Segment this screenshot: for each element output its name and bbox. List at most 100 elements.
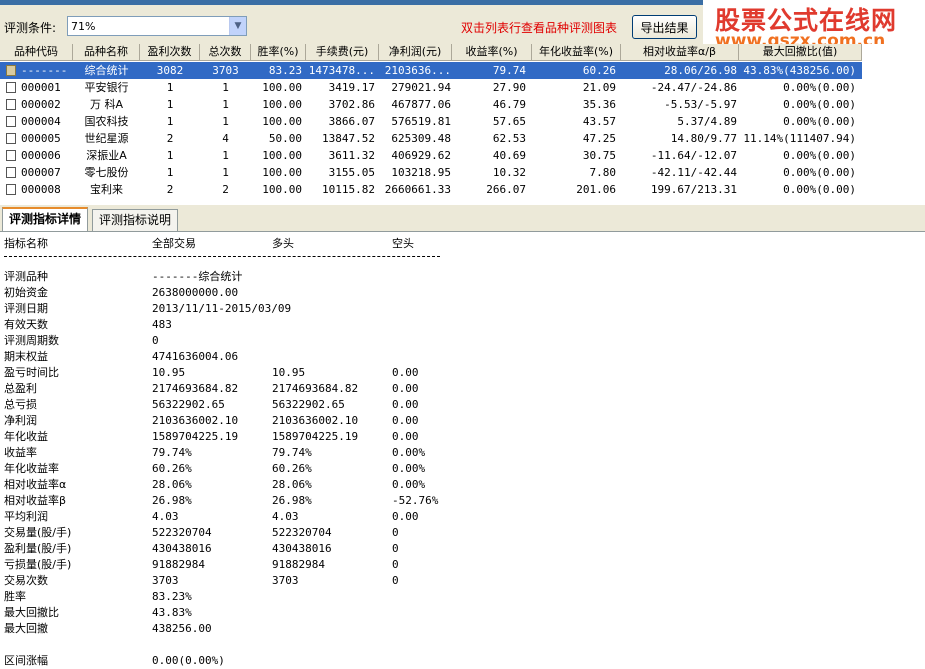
- detail-k: 区间涨幅: [4, 654, 48, 667]
- table-row[interactable]: 000004 国农科技 1 1 100.00 3866.07 576519.81 57.65 4…: [0, 113, 862, 130]
- cell-profit: 2660661.33: [384, 183, 451, 196]
- cell-total: 1: [222, 81, 229, 94]
- column-header[interactable]: 胜率(%): [251, 44, 306, 61]
- table-row[interactable]: 000001 平安银行 1 1 100.00 3419.17 279021.94 27.90 2…: [0, 79, 862, 96]
- cell-name: 国农科技: [84, 115, 129, 128]
- chevron-down-icon[interactable]: ▼: [229, 17, 246, 35]
- detail-c: 0: [392, 558, 399, 571]
- cell-dd: 0.00%(0.00): [783, 81, 856, 94]
- column-header[interactable]: 最大回撤比(值): [739, 44, 862, 61]
- cell-total: 3703: [212, 64, 239, 77]
- detail-a: 483: [152, 318, 172, 331]
- table-row-summary[interactable]: ------- 综合统计 3082 3703 83.23 1473478... 210363…: [0, 62, 862, 79]
- document-icon: [6, 167, 16, 178]
- column-header[interactable]: 收益率(%): [452, 44, 532, 61]
- tab-metric-explanation[interactable]: 评测指标说明: [92, 209, 179, 231]
- cell-dd: 11.14%(111407.94): [743, 132, 856, 145]
- column-header[interactable]: 手续费(元): [306, 44, 379, 61]
- column-header[interactable]: 总次数: [200, 44, 251, 61]
- cell-code: 000002: [21, 98, 61, 111]
- detail-c: 0: [392, 574, 399, 587]
- table-row[interactable]: 000006 深振业A 1 1 100.00 3611.32 406929.62 40.69 3…: [0, 147, 862, 164]
- cell-rate: 100.00: [262, 81, 302, 94]
- detail-c: 0.00: [392, 510, 419, 523]
- cell-annual: 30.75: [582, 149, 616, 162]
- column-header[interactable]: 净利润(元): [379, 44, 452, 61]
- detail-row: 最大回撤比 43.83%: [0, 605, 925, 621]
- condition-select[interactable]: 71% ▼: [67, 16, 247, 36]
- detail-row: 评测周期数 0: [0, 333, 925, 349]
- results-table: 品种代码 品种名称 盈利次数 总次数 胜率(%) 手续费(元) 净利润(元) 收益率(%) 年化…: [0, 44, 925, 205]
- detail-k: 评测日期: [4, 302, 48, 315]
- detail-row: 净利润 2103636002.10 2103636002.10 0.00: [0, 413, 925, 429]
- cell-fee: 10115.82: [322, 183, 375, 196]
- detail-c: 0: [392, 526, 399, 539]
- detail-k: 交易次数: [4, 574, 48, 587]
- detail-a: 2174693684.82: [152, 382, 239, 395]
- cell-profit: 279021.94: [391, 81, 451, 94]
- detail-b: 10.95: [272, 366, 306, 379]
- table-row[interactable]: 000005 世纪星源 2 4 50.00 13847.52 625309.48 62.53 4…: [0, 130, 862, 147]
- detail-row: 区间涨幅 0.00(0.00%): [0, 653, 925, 669]
- cell-fee: 3866.07: [328, 115, 375, 128]
- tab-metric-details[interactable]: 评测指标详情: [2, 207, 89, 232]
- cell-ret: 40.69: [492, 149, 526, 162]
- cell-rel: 199.67/213.31: [650, 183, 737, 196]
- document-icon: [6, 133, 16, 144]
- detail-a: 0: [152, 334, 159, 347]
- detail-c: 0.00: [392, 430, 419, 443]
- detail-row: 有效天数 483: [0, 317, 925, 333]
- cell-wins: 1: [166, 115, 174, 128]
- detail-b: 3703: [272, 574, 299, 587]
- column-header[interactable]: 年化收益率(%): [532, 44, 621, 61]
- cell-fee: 3155.05: [328, 166, 375, 179]
- column-header[interactable]: 品种代码: [0, 44, 73, 61]
- document-icon: [6, 150, 16, 161]
- detail-b: 2103636002.10: [272, 414, 359, 427]
- detail-a: 56322902.65: [152, 398, 225, 411]
- cell-dd: 0.00%(0.00): [783, 149, 856, 162]
- cell-dd: 43.83%(438256.00): [743, 64, 856, 77]
- cell-fee: 1473478...: [308, 64, 375, 77]
- cell-rel: 28.06/26.98: [664, 64, 737, 77]
- detail-c: 0.00: [392, 414, 419, 427]
- export-button[interactable]: 导出结果: [632, 15, 697, 39]
- detail-row: 相对收益率α 28.06% 28.06% 0.00%: [0, 477, 925, 493]
- detail-a: 91882984: [152, 558, 205, 571]
- cell-ret: 57.65: [492, 115, 526, 128]
- detail-b: 91882984: [272, 558, 325, 571]
- detail-k: 盈利量(股/手): [4, 542, 72, 555]
- table-row[interactable]: 000002 万 科A 1 1 100.00 3702.86 467877.06 46.79 3…: [0, 96, 862, 113]
- detail-a: 4741636004.06: [152, 350, 239, 363]
- table-row[interactable]: 000007 零七股份 1 1 100.00 3155.05 103218.95 10.32 7…: [0, 164, 862, 181]
- cell-ret: 266.07: [486, 183, 526, 196]
- cell-wins: 1: [166, 166, 174, 179]
- cell-fee: 3611.32: [328, 149, 375, 162]
- detail-header-short: 空头: [392, 237, 414, 250]
- detail-panel: 指标名称 全部交易 多头 空头 评测品种 -------综合统计 初始资金 26380…: [0, 231, 925, 669]
- cell-ret: 79.74: [492, 64, 526, 77]
- detail-row: 交易次数 3703 3703 0: [0, 573, 925, 589]
- column-header[interactable]: 品种名称: [73, 44, 140, 61]
- detail-a: 438256.00: [152, 622, 212, 635]
- detail-b: 79.74%: [272, 446, 312, 459]
- detail-k: 平均利润: [4, 510, 48, 523]
- detail-row: 期末权益 4741636004.06: [0, 349, 925, 365]
- cell-wins: 1: [166, 98, 174, 111]
- detail-b: 56322902.65: [272, 398, 345, 411]
- detail-c: 0.00%: [392, 446, 426, 459]
- column-header[interactable]: 盈利次数: [140, 44, 200, 61]
- table-row[interactable]: 000008 宝利来 2 2 100.00 10115.82 2660661.33 266.0…: [0, 181, 862, 198]
- detail-k: 胜率: [4, 590, 26, 603]
- cell-code: 000008: [21, 183, 61, 196]
- column-header[interactable]: 相对收益率α/β: [621, 44, 739, 61]
- cell-name: 平安银行: [84, 81, 129, 94]
- detail-a: 26.98%: [152, 494, 192, 507]
- cell-rel: 14.80/9.77: [670, 132, 737, 145]
- detail-row: 交易量(股/手) 522320704 522320704 0: [0, 525, 925, 541]
- cell-annual: 60.26: [582, 64, 616, 77]
- detail-a: 4.03: [152, 510, 179, 523]
- cell-rel: -11.64/-12.07: [650, 149, 737, 162]
- cell-rel: -42.11/-42.44: [650, 166, 737, 179]
- document-icon: [6, 82, 16, 93]
